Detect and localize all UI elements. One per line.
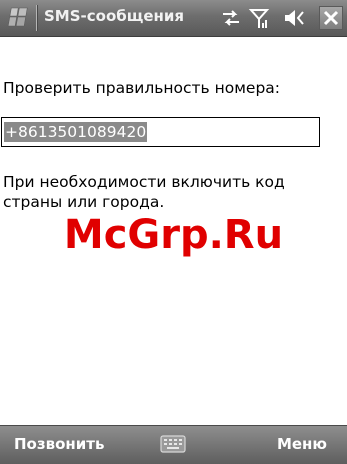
phone-number-value[interactable]: +8613501089420 bbox=[4, 122, 148, 142]
windows-start-icon[interactable] bbox=[4, 4, 34, 32]
menu-softkey-button[interactable]: Меню bbox=[277, 435, 327, 453]
call-softkey-button[interactable]: Позвонить bbox=[14, 435, 104, 453]
signal-antenna-icon[interactable] bbox=[248, 7, 270, 29]
close-icon[interactable] bbox=[319, 6, 343, 30]
title-bar: SMS-сообщения bbox=[0, 0, 347, 37]
soft-key-bar: Позвонить Меню bbox=[0, 425, 347, 464]
keyboard-icon[interactable] bbox=[160, 433, 186, 455]
watermark-text: McGrp.Ru bbox=[63, 212, 284, 258]
title-separator bbox=[36, 5, 38, 31]
hint-text: При необходимости включить код страны ил… bbox=[3, 173, 285, 211]
phone-number-field[interactable]: +8613501089420 bbox=[1, 117, 320, 147]
app-title: SMS-сообщения bbox=[44, 7, 184, 25]
sync-arrows-icon[interactable] bbox=[220, 7, 242, 29]
speaker-icon[interactable] bbox=[283, 7, 305, 29]
verify-number-label: Проверить правильность номера: bbox=[3, 79, 281, 97]
